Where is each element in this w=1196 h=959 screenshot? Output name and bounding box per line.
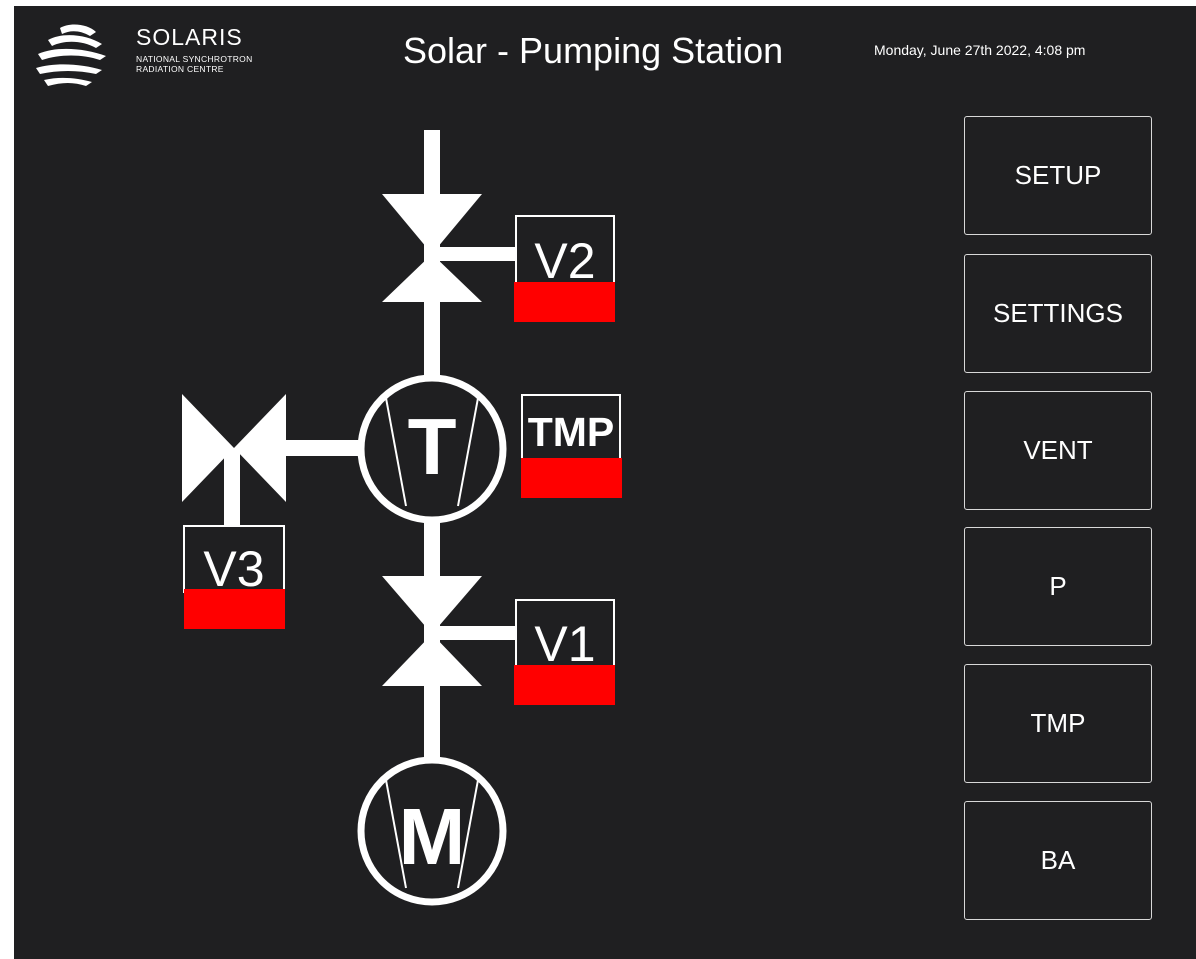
ba-button[interactable]: BA — [964, 801, 1152, 920]
v2-status-indicator — [514, 282, 615, 322]
tmp-status-indicator — [521, 458, 622, 498]
v1-branch-pipe — [434, 626, 516, 640]
v1-status-indicator — [514, 665, 615, 705]
v3-status-indicator — [184, 589, 285, 629]
p-button[interactable]: P — [964, 527, 1152, 646]
settings-button[interactable]: SETTINGS — [964, 254, 1152, 373]
motor-pump-symbol: M — [399, 792, 466, 881]
vent-button[interactable]: VENT — [964, 391, 1152, 510]
turbo-pump-symbol: T — [408, 402, 457, 491]
v2-branch-pipe — [434, 247, 516, 261]
turbo-pump[interactable]: T — [357, 374, 507, 524]
setup-button[interactable]: SETUP — [964, 116, 1152, 235]
tmp-indicator[interactable]: TMP — [521, 394, 622, 498]
tmp-button[interactable]: TMP — [964, 664, 1152, 783]
motor-pump[interactable]: M — [357, 756, 507, 906]
v3-down-pipe — [224, 448, 240, 528]
tmp-label: TMP — [528, 409, 615, 455]
pumping-diagram: V2 T TMP V3 V1 M — [182, 130, 622, 906]
tmp-to-v3-pipe — [284, 440, 364, 456]
v2-label: V2 — [534, 233, 595, 289]
v3-label: V3 — [203, 541, 264, 597]
screen: SOLARIS NATIONAL SYNCHROTRON RADIATION C… — [14, 6, 1196, 959]
valve-v1[interactable]: V1 — [382, 576, 615, 705]
v1-label: V1 — [534, 616, 595, 672]
